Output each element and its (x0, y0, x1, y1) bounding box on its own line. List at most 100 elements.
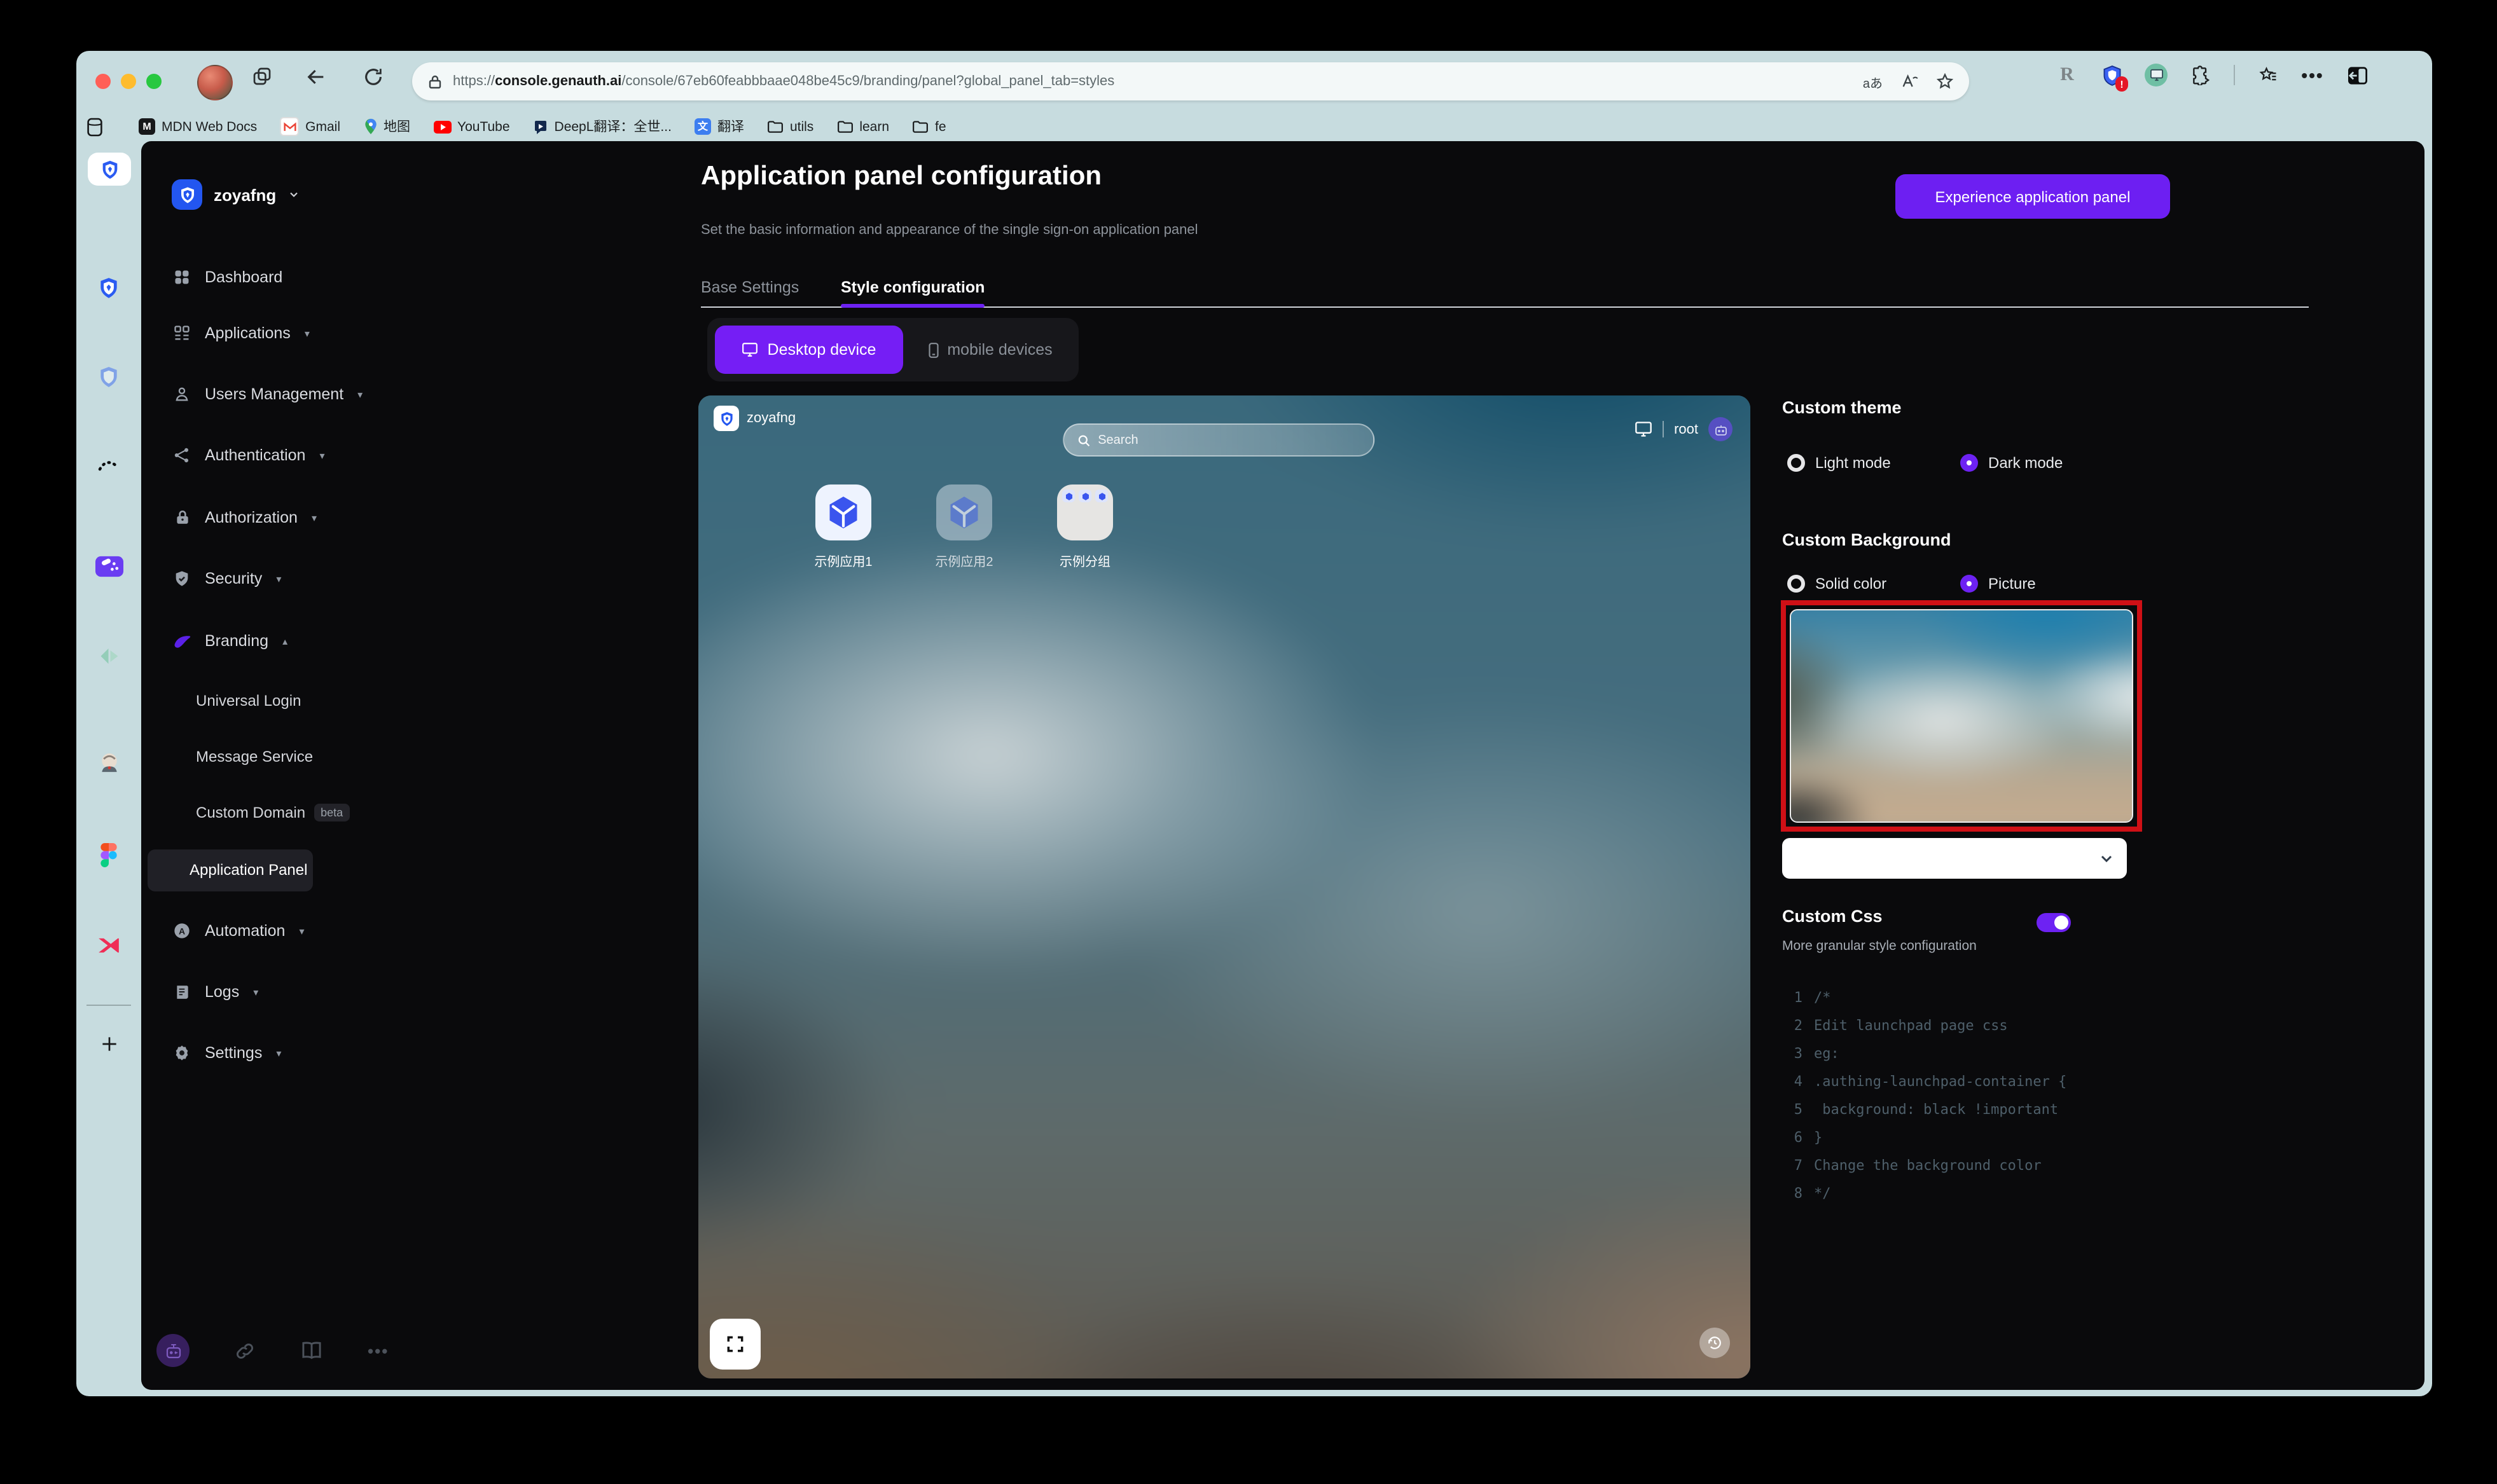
more-icon[interactable]: ••• (2301, 64, 2324, 86)
preview-app-1[interactable]: 示例应用1 (815, 484, 871, 540)
extension-shield-icon[interactable]: ! (2100, 64, 2123, 86)
fullscreen-button[interactable] (710, 1319, 761, 1370)
address-bar[interactable]: https://console.genauth.ai/console/67eb6… (412, 62, 1969, 100)
sidebar-item-dashboard[interactable]: Dashboard (172, 262, 282, 292)
tab-sketch-site[interactable] (76, 458, 141, 473)
bookmarks-bar: M MDN Web Docs Gmail 地图 YouTube DeepL翻译：… (76, 112, 2432, 141)
background-picture-thumbnail[interactable] (1790, 609, 2133, 823)
extensions-puzzle-icon[interactable] (2189, 64, 2212, 86)
active-tab-genauth[interactable] (88, 153, 131, 186)
background-image-select[interactable] (1782, 838, 2127, 879)
bookmark-folder-learn[interactable]: learn (836, 119, 889, 134)
tab-base-settings[interactable]: Base Settings (701, 278, 799, 296)
lock-icon (427, 73, 443, 90)
tab-analytics-purple[interactable] (76, 556, 141, 577)
translate-page-icon[interactable]: aあ (1863, 72, 1883, 91)
custom-css-toggle[interactable] (2037, 913, 2071, 932)
tab-jenkins[interactable] (76, 752, 141, 776)
workspace-logo-icon (172, 179, 202, 210)
back-icon[interactable] (305, 66, 327, 88)
code-line: 3eg: (1790, 1039, 2066, 1067)
preview-app-group[interactable]: 示例分组 (1057, 484, 1113, 540)
page-subtitle: Set the basic information and appearance… (701, 223, 1198, 238)
new-tab-plus-icon[interactable] (76, 1034, 141, 1054)
bookmark-deepl[interactable]: DeepL翻译：全世... (533, 117, 672, 136)
bookmark-youtube[interactable]: YouTube (433, 119, 510, 134)
sidebar-item-branding[interactable]: Branding▴ (172, 626, 287, 656)
tab-genauth-shield[interactable] (76, 276, 141, 300)
docs-book-icon[interactable] (300, 1340, 323, 1361)
chevron-down-icon: ▾ (305, 327, 310, 339)
bookmark-folder-utils[interactable]: utils (767, 119, 813, 134)
monitor-icon[interactable] (1635, 421, 1652, 437)
history-reset-button[interactable] (1699, 1328, 1730, 1358)
tab-green-site[interactable] (76, 646, 141, 666)
preview-app-2[interactable]: 示例应用2 (936, 484, 992, 540)
sidebar-subitem-message-service[interactable]: Message Service (196, 744, 313, 769)
invite-link-icon[interactable] (234, 1340, 256, 1361)
sidebar-subitem-custom-domain[interactable]: Custom Domain beta (196, 800, 349, 825)
gmail-icon (280, 117, 299, 136)
close-window-button[interactable] (95, 74, 111, 89)
folder-icon (912, 120, 929, 134)
bookmark-star-icon[interactable] (1936, 72, 1954, 90)
bookmark-folder-fe[interactable]: fe (912, 119, 946, 134)
translate-icon: 文 (695, 118, 711, 135)
extension-r-icon[interactable]: R (2056, 64, 2079, 86)
youtube-icon (433, 120, 451, 133)
custom-css-editor[interactable]: 1/* 2Edit launchpad page css 3eg: 4.auth… (1790, 983, 2066, 1207)
code-line: 8*/ (1790, 1179, 2066, 1207)
favorites-list-icon[interactable] (2257, 64, 2279, 86)
desktop-device-button[interactable]: Desktop device (715, 326, 903, 374)
gear-icon (172, 1043, 192, 1063)
chevron-down-icon: ▾ (276, 1047, 281, 1059)
chevron-down-icon: ▾ (357, 388, 363, 400)
extension-screen-icon[interactable] (2145, 64, 2168, 86)
tab-stack-icon[interactable] (252, 66, 272, 86)
sidebar-item-authentication[interactable]: Authentication▾ (172, 440, 325, 471)
reload-icon[interactable] (363, 66, 384, 88)
ai-assistant-icon[interactable] (156, 1334, 190, 1367)
radio-icon-unselected (1787, 454, 1805, 472)
folder-icon (767, 120, 784, 134)
radio-picture[interactable]: Picture (1960, 575, 2036, 593)
vertical-tabs-icon[interactable] (86, 116, 103, 137)
browser-window: https://console.genauth.ai/console/67eb6… (76, 51, 2432, 1396)
tab-style-configuration[interactable]: Style configuration (841, 278, 985, 296)
minimize-window-button[interactable] (121, 74, 136, 89)
radio-solid-color[interactable]: Solid color (1787, 575, 1886, 593)
radio-dark-mode[interactable]: Dark mode (1960, 454, 2063, 472)
sidebar-item-applications[interactable]: Applications▾ (172, 318, 310, 348)
radio-light-mode[interactable]: Light mode (1787, 454, 1891, 472)
sidebar-toggle-icon[interactable] (2346, 64, 2369, 86)
tab-genauth-shield-faded[interactable] (76, 365, 141, 389)
deepl-icon (533, 119, 548, 134)
sidebar-item-logs[interactable]: Logs▾ (172, 977, 258, 1007)
bookmark-mdn[interactable]: M MDN Web Docs (139, 118, 257, 135)
tab-pink-x[interactable] (76, 936, 141, 955)
sidebar-item-automation[interactable]: A Automation▾ (172, 916, 305, 946)
zoom-window-button[interactable] (146, 74, 162, 89)
sidebar-item-settings[interactable]: Settings▾ (172, 1038, 281, 1068)
workspace-switcher[interactable]: zoyafng (172, 179, 300, 210)
bookmark-maps[interactable]: 地图 (363, 117, 410, 136)
browser-profile-avatar[interactable] (197, 65, 233, 100)
reader-text-size-icon[interactable] (1900, 74, 1918, 89)
chevron-down-icon: ▾ (312, 512, 317, 523)
bookmark-translate[interactable]: 文 翻译 (695, 117, 744, 136)
preview-avatar[interactable] (1708, 417, 1733, 441)
preview-workspace-name: zoyafng (747, 411, 796, 426)
sidebar-item-authorization[interactable]: Authorization▾ (172, 502, 317, 533)
bookmark-gmail[interactable]: Gmail (280, 117, 340, 136)
custom-background-heading: Custom Background (1782, 530, 1951, 549)
radio-icon-unselected (1787, 575, 1805, 593)
sidebar-item-users-management[interactable]: Users Management▾ (172, 379, 363, 409)
mobile-devices-button[interactable]: mobile devices (908, 326, 1071, 374)
preview-search-input[interactable]: Search (1062, 423, 1374, 457)
sidebar-item-security[interactable]: Security▾ (172, 563, 281, 594)
experience-application-panel-button[interactable]: Experience application panel (1895, 174, 2170, 219)
preview-logo-tile (714, 406, 739, 431)
sidebar-subitem-universal-login[interactable]: Universal Login (196, 688, 301, 713)
tab-figma[interactable] (76, 843, 141, 867)
more-options-icon[interactable]: ••• (368, 1341, 389, 1360)
